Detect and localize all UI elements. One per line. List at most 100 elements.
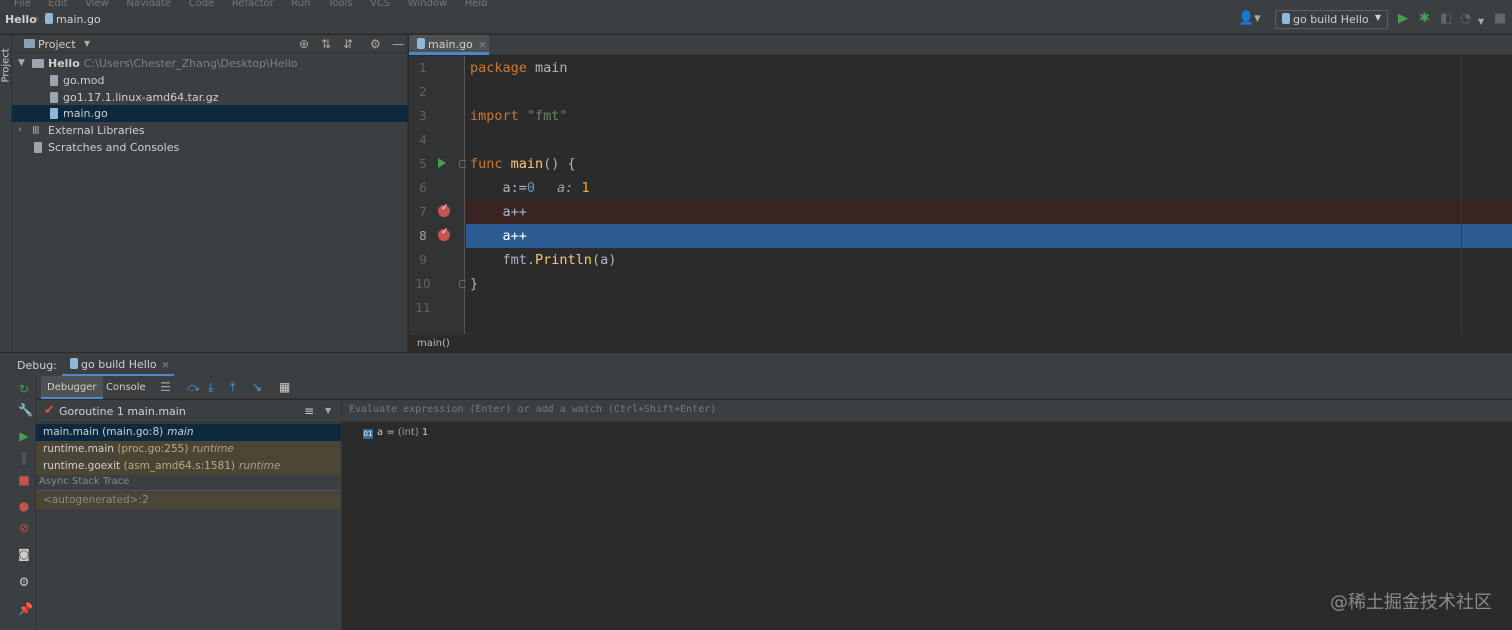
code-text: (a): [591, 252, 617, 268]
breakpoint-icon[interactable]: [438, 203, 450, 217]
go-file-icon: [70, 358, 78, 369]
line-number: 8: [419, 229, 427, 243]
watermark: @稀土掘金技术社区: [1330, 592, 1492, 613]
project-tool-window-button[interactable]: Project: [1, 43, 12, 82]
stop-icon[interactable]: ■: [18, 474, 30, 486]
goroutine-selector[interactable]: ✔ Goroutine 1 main.main ≡ ▼: [36, 400, 341, 423]
coverage-icon[interactable]: ◧: [1440, 12, 1452, 26]
evaluate-expression-input[interactable]: Evaluate expression (Enter) or add a wat…: [342, 400, 1512, 422]
code-line-10: }: [466, 272, 1512, 296]
tree-item-label: go1.17.1.linux-amd64.tar.gz: [63, 91, 219, 104]
layout-menu-icon[interactable]: ☰: [160, 380, 171, 394]
keyword: package: [470, 60, 527, 76]
more-run-chevron-icon[interactable]: ▼: [1478, 15, 1484, 29]
file-icon: [50, 75, 58, 86]
project-panel: Project ▼ ⊕ ⇅ ⇵ ⚙ — ▼ Hello C:\Users\Ches…: [12, 35, 408, 352]
view-breakpoints-icon[interactable]: ●: [18, 500, 30, 512]
breadcrumb-separator: ›: [35, 12, 40, 25]
tree-item-go-archive[interactable]: go1.17.1.linux-amd64.tar.gz: [12, 89, 408, 106]
stack-frame[interactable]: runtime.main (proc.go:255) runtime: [36, 441, 341, 458]
tab-debugger[interactable]: Debugger: [41, 376, 103, 399]
line-number: 7: [419, 205, 427, 219]
tree-item-hello[interactable]: ▼ Hello C:\Users\Chester_Zhang\Desktop\He…: [12, 55, 408, 72]
debug-toolbar: Debugger Console ☰ ⤼ ⤓ ⤒ ↘ ▦: [36, 376, 1512, 399]
folder-icon: [24, 39, 35, 48]
tab-console[interactable]: Console: [100, 376, 152, 399]
tree-item-main-go[interactable]: main.go: [12, 105, 408, 122]
close-icon[interactable]: ✕: [162, 361, 170, 371]
function-call: Println: [535, 252, 592, 268]
code-breadcrumb[interactable]: main(): [409, 334, 1512, 352]
debug-label: Debug:: [17, 359, 57, 372]
chevron-down-icon[interactable]: ▼: [18, 55, 25, 72]
inline-var-name: a:: [557, 180, 574, 196]
collapse-all-icon[interactable]: ⇵: [343, 37, 353, 51]
tree-item-go-mod[interactable]: go.mod: [12, 72, 408, 89]
tree-item-external-libraries[interactable]: › Ⅲ External Libraries: [12, 122, 408, 139]
step-out-icon[interactable]: ⤒: [230, 380, 235, 395]
chevron-right-icon[interactable]: ›: [18, 122, 22, 139]
breadcrumb-file[interactable]: main.go: [45, 13, 101, 26]
resume-icon[interactable]: ▶: [18, 430, 30, 442]
pause-icon[interactable]: ‖: [18, 452, 30, 464]
inline-var-value: 1: [581, 180, 590, 196]
checkmark-icon: ✔: [44, 403, 55, 418]
go-file-icon: [45, 13, 53, 24]
tree-item-label: External Libraries: [48, 124, 145, 137]
step-over-icon[interactable]: ⤼: [187, 380, 200, 395]
profile-icon[interactable]: ◔: [1460, 12, 1471, 26]
debug-session-tab[interactable]: go build Hello ✕: [62, 353, 174, 377]
frame-func: runtime.main: [43, 443, 114, 455]
gear-icon[interactable]: ⚙: [370, 37, 381, 51]
run-icon[interactable]: ▶: [1398, 12, 1408, 26]
code-line-8-execution-point: a++: [466, 224, 1512, 248]
code-line-6: a:=0 a: 1: [466, 176, 1512, 200]
frame-func: main.main: [43, 426, 99, 438]
stack-frame[interactable]: runtime.goexit (asm_amd64.s:1581) runtime: [36, 458, 341, 475]
left-tool-stripe: Project: [0, 35, 12, 352]
gear-icon[interactable]: ⚙: [18, 576, 30, 588]
archive-file-icon: [50, 92, 58, 103]
frame-location: (asm_amd64.s:1581): [123, 460, 235, 472]
line-number: 3: [419, 109, 427, 123]
editor-gutter[interactable]: 1 2 3 4 5 6 7 8 9 10 11: [409, 56, 467, 334]
locate-icon[interactable]: ⊕: [299, 37, 309, 51]
breadcrumb-project[interactable]: Hello: [5, 13, 37, 26]
tree-item-scratches[interactable]: Scratches and Consoles: [12, 139, 408, 156]
variable-type: (int): [397, 427, 419, 438]
minimize-icon[interactable]: —: [392, 37, 404, 51]
variable-row[interactable]: 01 a = (int) 1: [363, 427, 428, 439]
run-config-label: go build Hello: [1293, 13, 1369, 26]
evaluate-expression-icon[interactable]: ▦: [279, 380, 290, 394]
stop-icon[interactable]: ■: [1494, 12, 1506, 26]
stack-frame[interactable]: main.main (main.go:8) main: [36, 424, 341, 441]
tree-item-label: main.go: [63, 107, 108, 120]
debug-tool-window-header: Debug: go build Hello ✕: [0, 352, 1512, 377]
code-editor[interactable]: package main import "fmt" func main() { …: [466, 56, 1512, 334]
code-line-9: fmt.Println(a): [466, 248, 1512, 272]
debug-bug-icon[interactable]: ✱: [1419, 12, 1430, 26]
breakpoint-icon[interactable]: [438, 227, 450, 241]
run-gutter-icon[interactable]: [438, 158, 446, 168]
chevron-down-icon[interactable]: ▼: [84, 39, 90, 48]
variable-icon: 01: [363, 429, 373, 439]
expand-all-icon[interactable]: ⇅: [321, 37, 331, 51]
step-into-icon[interactable]: ⤓: [208, 380, 213, 395]
close-icon[interactable]: ✕: [479, 41, 487, 51]
user-icon[interactable]: 👤▾: [1238, 12, 1261, 26]
rerun-icon[interactable]: ↻: [18, 383, 30, 395]
pin-icon[interactable]: 📌: [18, 603, 33, 615]
run-config-select[interactable]: go build Hello ▼: [1275, 10, 1388, 29]
tab-main-go[interactable]: main.go ✕: [409, 35, 489, 55]
run-to-cursor-icon[interactable]: ↘: [252, 380, 262, 394]
scratches-icon: [34, 142, 42, 153]
code-text: a++: [470, 228, 527, 244]
chevron-down-icon[interactable]: ▼: [325, 406, 331, 415]
menu-icon[interactable]: ≡: [304, 404, 314, 418]
async-frame[interactable]: <autogenerated>:2: [36, 492, 341, 509]
async-stack-trace-label: Async Stack Trace: [39, 476, 130, 487]
project-view-selector[interactable]: Project: [38, 38, 76, 51]
wrench-icon[interactable]: 🔧: [18, 404, 33, 416]
mute-breakpoints-icon[interactable]: ⊘: [18, 522, 30, 534]
camera-icon[interactable]: ◙: [18, 548, 30, 560]
